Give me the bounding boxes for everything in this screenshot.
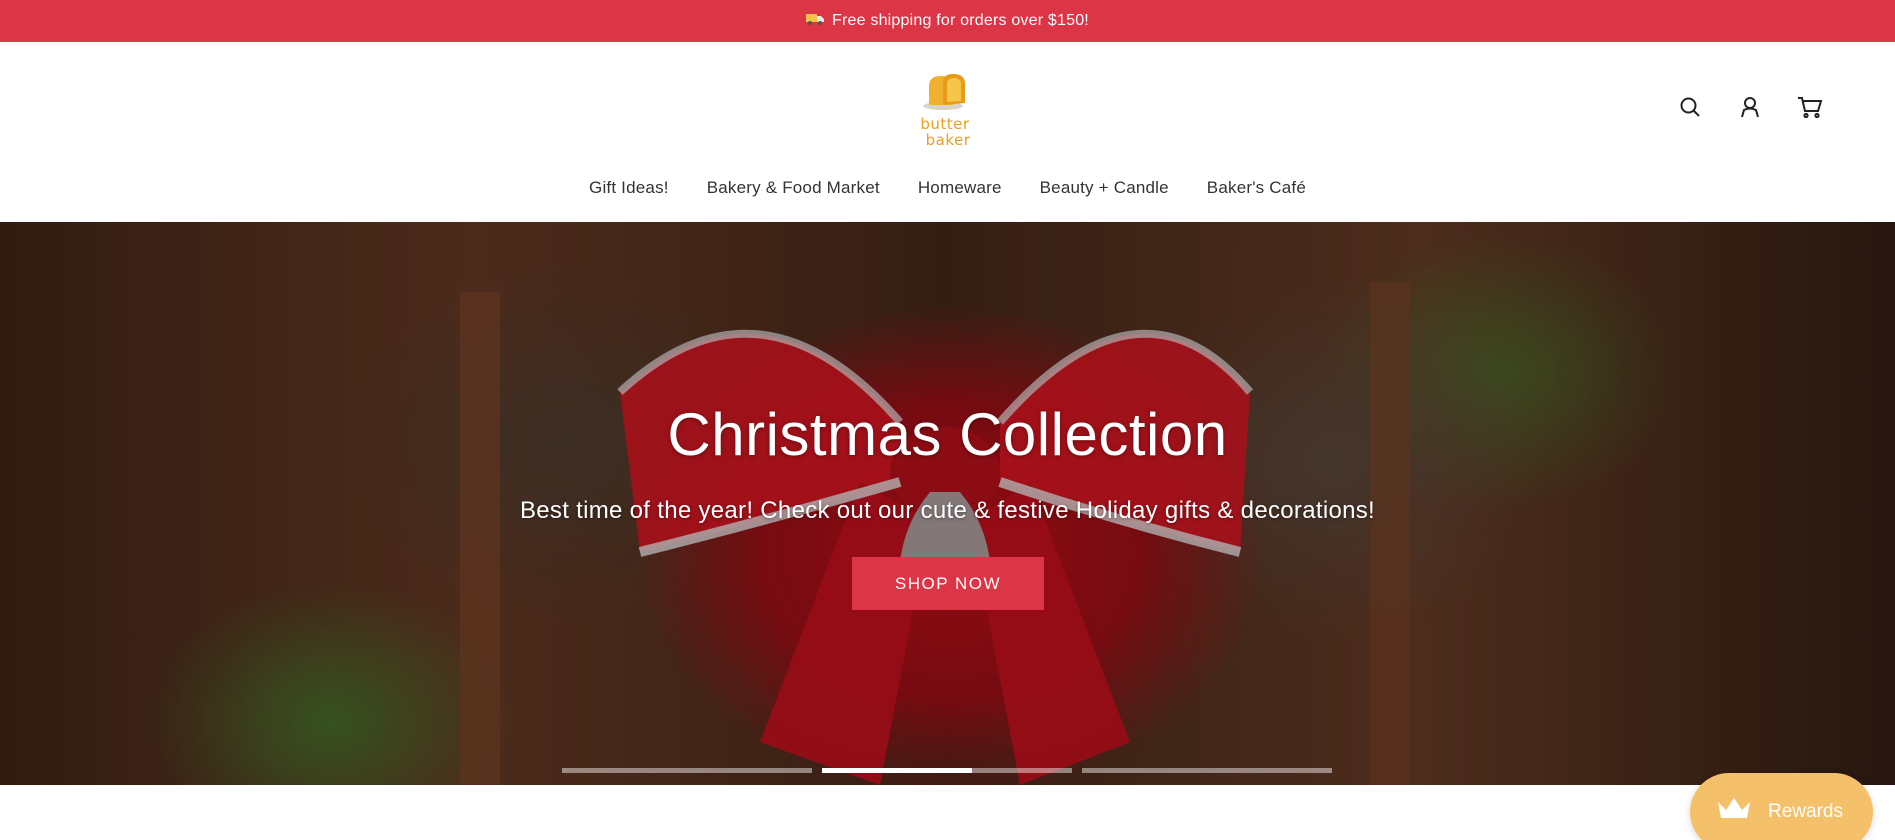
header-actions xyxy=(1677,94,1823,120)
crown-icon xyxy=(1716,796,1752,828)
account-icon[interactable] xyxy=(1737,94,1763,120)
hero-banner: Christmas Collection Best time of the ye… xyxy=(0,222,1895,785)
main-nav: Gift Ideas! Bakery & Food Market Homewar… xyxy=(0,172,1895,204)
logo-line-2: baker xyxy=(925,131,971,149)
slide-indicator-fill xyxy=(822,768,972,773)
nav-item-gift-ideas[interactable]: Gift Ideas! xyxy=(589,178,669,198)
slide-indicator-3[interactable] xyxy=(1082,768,1332,773)
logo-line-1: butter xyxy=(920,115,970,133)
nav-item-homeware[interactable]: Homeware xyxy=(918,178,1002,198)
announcement-bar: Free shipping for orders over $150! xyxy=(0,0,1895,42)
site-header: butter baker Gift Ideas! Bakery & Food M… xyxy=(0,42,1895,222)
truck-icon xyxy=(806,12,825,30)
brand-logo[interactable]: butter baker xyxy=(915,72,975,186)
announcement-text: Free shipping for orders over $150! xyxy=(832,12,1089,29)
logo-text: butter baker xyxy=(920,116,971,148)
nav-item-beauty-candle[interactable]: Beauty + Candle xyxy=(1040,178,1169,198)
rewards-button[interactable]: Rewards xyxy=(1690,773,1873,840)
slide-indicator-1[interactable] xyxy=(562,768,812,773)
cart-icon[interactable] xyxy=(1797,94,1823,120)
hero-subtitle: Best time of the year! Check out our cut… xyxy=(519,497,1376,524)
slide-indicators xyxy=(562,768,1332,773)
slide-indicator-2[interactable] xyxy=(822,768,1072,773)
hero-title: Christmas Collection xyxy=(667,401,1228,468)
nav-item-bakers-cafe[interactable]: Baker's Café xyxy=(1207,178,1306,198)
nav-item-bakery-food-market[interactable]: Bakery & Food Market xyxy=(707,178,880,198)
rewards-label: Rewards xyxy=(1768,801,1843,822)
shop-now-button[interactable]: SHOP NOW xyxy=(852,557,1044,610)
bread-logo-icon xyxy=(923,74,965,110)
search-icon[interactable] xyxy=(1677,94,1703,120)
